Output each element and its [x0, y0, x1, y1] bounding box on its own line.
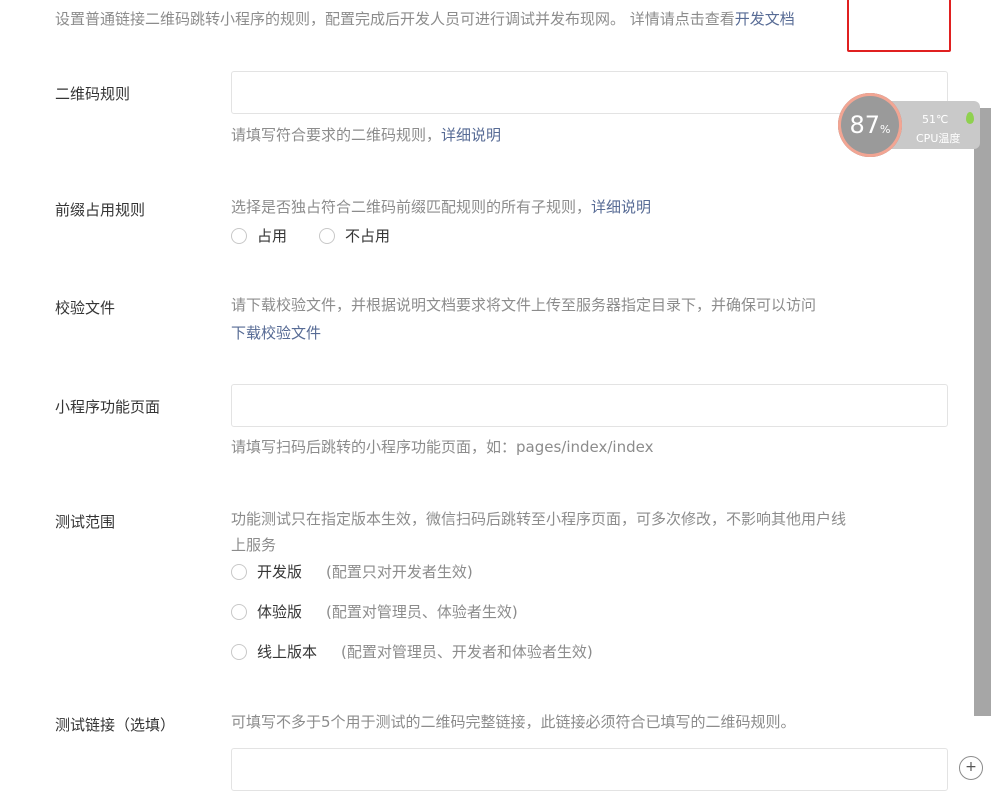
cpu-monitor-widget[interactable]: 87% 51℃ CPU温度 — [838, 93, 980, 157]
radio-occupy[interactable] — [231, 227, 247, 244]
radio-release[interactable] — [231, 643, 247, 660]
intro-description: 设置普通链接二维码跳转小程序的规则，配置完成后开发人员可进行调试并发布现网。 详… — [55, 10, 735, 28]
add-link-button[interactable]: + — [959, 756, 983, 780]
radio-dev-label[interactable]: 开发版 — [257, 561, 302, 582]
radio-occupy-label[interactable]: 占用 — [257, 225, 287, 246]
highlight-box — [847, 0, 951, 52]
scope-option-trial[interactable]: 体验版 (配置对管理员、体验者生效) — [231, 601, 518, 622]
radio-trial-label[interactable]: 体验版 — [257, 601, 302, 622]
download-verify-file-link[interactable]: 下载校验文件 — [231, 322, 321, 343]
scope-option-release[interactable]: 线上版本 (配置对管理员、开发者和体验者生效) — [231, 641, 593, 662]
page-tip: 请填写扫码后跳转的小程序功能页面，如：pages/index/index — [231, 438, 654, 456]
radio-trial-desc: (配置对管理员、体验者生效) — [326, 603, 518, 621]
prefix-rule-options: 占用 不占用 — [231, 225, 390, 246]
cpu-usage-number: 87 — [849, 111, 881, 139]
page-input[interactable] — [231, 384, 948, 427]
dev-docs-link[interactable]: 开发文档 — [735, 10, 795, 28]
test-scope-tip-line1: 功能测试只在指定版本生效，微信扫码后跳转至小程序页面，可多次修改，不影响其他用户… — [231, 510, 847, 528]
test-link-tip: 可填写不多于5个用于测试的二维码完整链接，此链接必须符合已填写的二维码规则。 — [231, 713, 796, 731]
verify-file-tip: 请下载校验文件，并根据说明文档要求将文件上传至服务器指定目录下，并确保可以访问 — [231, 296, 817, 314]
scope-option-dev[interactable]: 开发版 (配置只对开发者生效) — [231, 561, 473, 582]
prefix-rule-label: 前缀占用规则 — [55, 201, 146, 219]
radio-not-occupy-label[interactable]: 不占用 — [345, 225, 390, 246]
test-scope-tip-line2: 上服务 — [231, 536, 277, 554]
cpu-usage-value: 87% — [838, 93, 902, 157]
qr-rule-detail-link[interactable]: 详细说明 — [441, 126, 501, 144]
prefix-rule-tip: 选择是否独占符合二维码前缀匹配规则的所有子规则，详细说明 — [231, 196, 651, 218]
qr-rule-label: 二维码规则 — [55, 85, 131, 103]
test-link-label: 测试链接（选填） — [55, 716, 176, 734]
radio-trial[interactable] — [231, 603, 247, 620]
qr-rule-tip-text: 请填写符合要求的二维码规则， — [231, 126, 442, 144]
radio-not-occupy[interactable] — [319, 227, 336, 244]
cpu-usage-unit: % — [880, 123, 891, 136]
cpu-temperature: 51℃ — [922, 113, 949, 126]
leaf-icon — [966, 112, 974, 124]
verify-file-label: 校验文件 — [55, 299, 116, 317]
radio-release-desc: (配置对管理员、开发者和体验者生效) — [341, 643, 593, 661]
qr-rule-tip: 请填写符合要求的二维码规则，详细说明 — [231, 124, 501, 146]
radio-release-label[interactable]: 线上版本 — [257, 641, 317, 662]
prefix-rule-detail-link[interactable]: 详细说明 — [591, 198, 651, 216]
test-scope-label: 测试范围 — [55, 513, 116, 531]
test-link-input[interactable] — [231, 748, 948, 791]
scrollbar-thumb[interactable] — [974, 108, 991, 716]
radio-dev[interactable] — [231, 563, 247, 580]
prefix-rule-tip-text: 选择是否独占符合二维码前缀匹配规则的所有子规则， — [231, 198, 592, 216]
intro-text: 设置普通链接二维码跳转小程序的规则，配置完成后开发人员可进行调试并发布现网。 详… — [55, 8, 795, 29]
radio-dev-desc: (配置只对开发者生效) — [326, 563, 473, 581]
page-label: 小程序功能页面 — [55, 398, 161, 416]
cpu-temp-caption: CPU温度 — [916, 132, 961, 145]
